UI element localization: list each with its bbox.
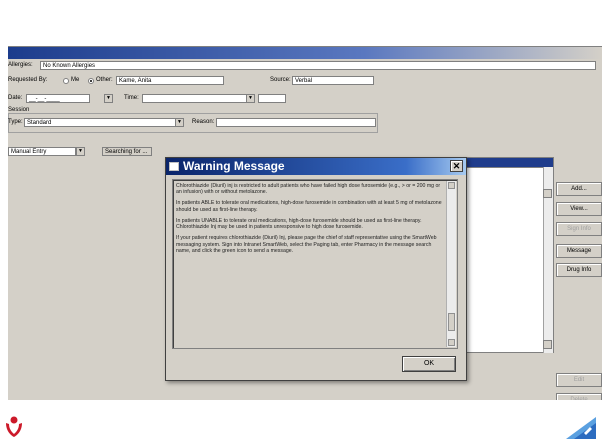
searching-for-field[interactable]: Searching for ... xyxy=(102,147,152,156)
message-paragraph: In patients ABLE to tolerate oral medica… xyxy=(176,200,442,213)
radio-other[interactable] xyxy=(88,78,94,84)
message-textbox[interactable]: Chlorothiazide (Diuril) inj is restricte… xyxy=(172,179,458,349)
scroll-down-icon[interactable] xyxy=(448,339,455,346)
message-paragraph: If your patient requires chlorothiazide … xyxy=(176,235,437,255)
view-button[interactable]: View... xyxy=(556,202,602,216)
message-scrollbar[interactable] xyxy=(446,181,456,347)
window-icon xyxy=(169,162,179,171)
drug-info-button[interactable]: Drug Info xyxy=(556,263,602,277)
radio-me[interactable] xyxy=(63,78,69,84)
scroll-thumb[interactable] xyxy=(448,313,455,331)
scroll-up-icon[interactable] xyxy=(448,182,455,189)
reason-label: Reason: xyxy=(192,119,215,125)
type-label: Type: xyxy=(8,119,23,125)
date-label: Date: xyxy=(8,95,23,101)
time-extra-field[interactable] xyxy=(258,94,286,103)
message-button[interactable]: Message xyxy=(556,244,602,258)
list-scrollbar[interactable] xyxy=(543,167,553,353)
warning-dialog: Warning Message ✕ Chlorothiazide (Diuril… xyxy=(165,157,467,381)
close-icon[interactable]: ✕ xyxy=(450,160,463,172)
app-header-banner xyxy=(8,47,602,59)
dialog-title-bar[interactable]: Warning Message ✕ xyxy=(166,158,466,175)
requested-by-label: Requested By: xyxy=(8,77,48,83)
source-field[interactable]: Verbal xyxy=(292,76,374,85)
allergies-label: Allergies: xyxy=(8,62,33,68)
add-button[interactable]: Add... xyxy=(556,182,602,196)
time-field[interactable] xyxy=(142,94,254,103)
organization-logo-icon xyxy=(6,416,22,437)
date-field[interactable]: __-__-____ xyxy=(26,94,90,103)
radio-me-label: Me xyxy=(71,77,80,83)
other-name-field[interactable]: Kame, Anita xyxy=(116,76,224,85)
reason-field[interactable] xyxy=(216,118,376,127)
message-paragraph: In patients UNABLE to tolerate oral medi… xyxy=(176,217,422,231)
corner-logo-icon xyxy=(566,417,596,439)
sign-info-button[interactable]: Sign Info xyxy=(556,222,602,236)
time-label: Time: xyxy=(124,95,139,101)
type-dropdown-icon[interactable]: ▼ xyxy=(175,118,184,127)
date-dropdown-icon[interactable]: ▼ xyxy=(104,94,113,103)
edit-button[interactable]: Edit xyxy=(556,373,602,387)
dialog-title: Warning Message xyxy=(183,159,285,173)
source-label: Source: xyxy=(270,77,291,83)
allergies-field[interactable]: No Known Allergies xyxy=(40,61,596,70)
type-select[interactable]: Standard xyxy=(24,118,184,127)
message-text: Chlorothiazide (Diuril) inj is restricte… xyxy=(176,183,442,259)
ok-button[interactable]: OK xyxy=(402,356,456,372)
scroll-down-icon[interactable] xyxy=(543,340,552,349)
slide-top-area xyxy=(0,0,602,46)
radio-other-label: Other: xyxy=(96,77,113,83)
scroll-up-icon[interactable] xyxy=(543,189,552,198)
time-dropdown-icon[interactable]: ▼ xyxy=(246,94,255,103)
entry-mode-select[interactable]: Manual Entry xyxy=(8,147,76,156)
slide-bottom-area xyxy=(8,400,602,444)
message-paragraph: Chlorothiazide (Diuril) inj is restricte… xyxy=(176,183,441,196)
entry-dropdown-icon[interactable]: ▼ xyxy=(76,147,85,156)
